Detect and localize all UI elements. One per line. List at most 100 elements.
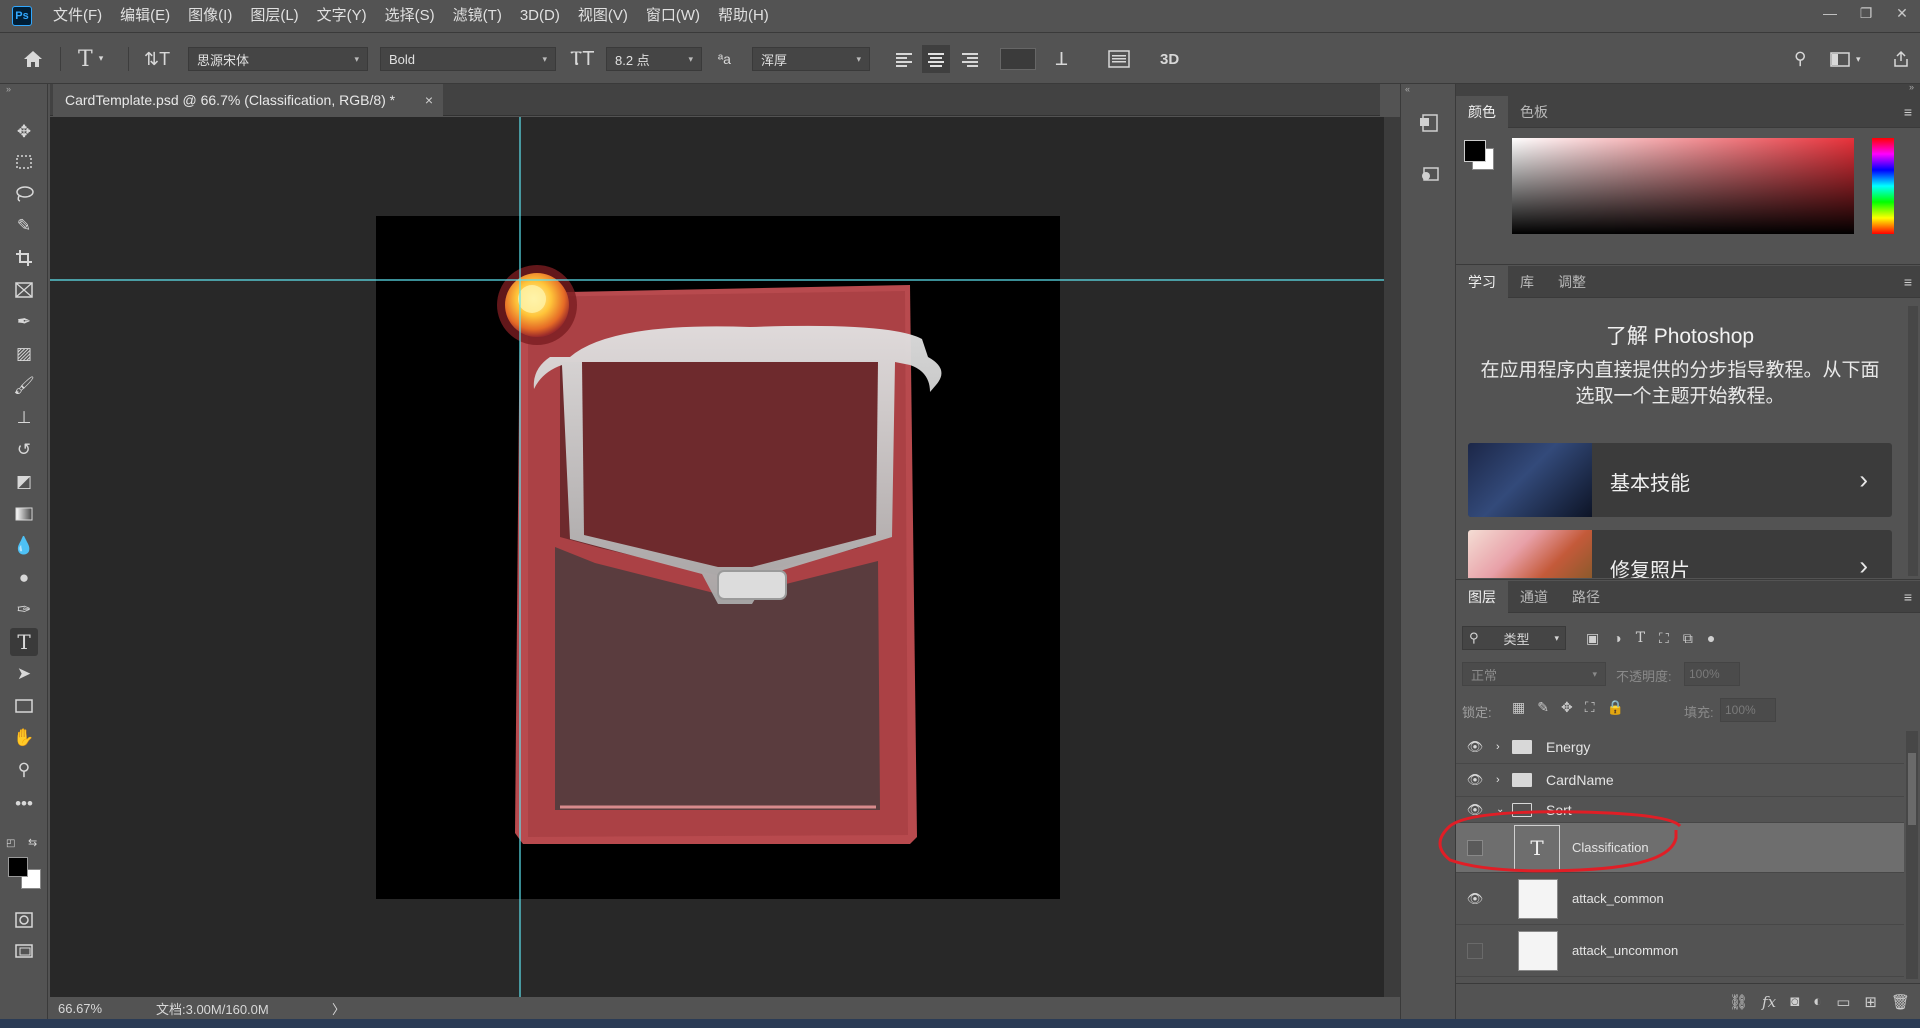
lock-artboard-icon[interactable]: ⛶	[1585, 699, 1595, 716]
type-tool[interactable]: T	[10, 628, 38, 656]
menu-window[interactable]: 窗口(W)	[637, 0, 709, 32]
type-tool-preset-button[interactable]: T ▾	[78, 33, 103, 85]
layer-row-cardname[interactable]: 👁 › CardName	[1456, 764, 1904, 797]
restore-button[interactable]: ❐	[1848, 0, 1884, 26]
learn-scrollbar[interactable]	[1908, 306, 1918, 576]
align-left-button[interactable]	[894, 33, 914, 85]
tab-paths[interactable]: 路径	[1560, 581, 1612, 613]
close-window-button[interactable]: ✕	[1884, 0, 1920, 26]
document-tab[interactable]: CardTemplate.psd @ 66.7% (Classification…	[53, 84, 443, 116]
zoom-level[interactable]: 66.67%	[58, 1001, 150, 1016]
scrollbar-thumb[interactable]	[1908, 753, 1916, 825]
blur-tool[interactable]: 💧	[10, 532, 38, 560]
lock-position-icon[interactable]: ✥	[1561, 699, 1573, 716]
history-panel-button[interactable]	[1415, 110, 1443, 136]
align-center-button[interactable]	[922, 45, 950, 73]
text-color-swatch[interactable]	[1000, 48, 1036, 70]
hand-tool[interactable]: ✋	[10, 724, 38, 752]
foreground-color-swatch[interactable]	[8, 857, 28, 877]
menu-edit[interactable]: 编辑(E)	[111, 0, 179, 32]
eye-icon[interactable]: 👁	[1465, 889, 1485, 909]
filter-shape-icon[interactable]: ⛶	[1659, 630, 1669, 647]
marquee-tool[interactable]	[10, 148, 38, 176]
tab-color[interactable]: 颜色	[1456, 95, 1508, 128]
opacity-input[interactable]: 100%	[1684, 662, 1740, 686]
tab-layers[interactable]: 图层	[1456, 580, 1508, 613]
character-panel-button[interactable]	[1108, 33, 1130, 85]
3d-button[interactable]: 3D	[1160, 33, 1179, 85]
panel-menu-icon[interactable]: ≡	[1904, 104, 1912, 120]
minimize-button[interactable]: —	[1812, 0, 1848, 26]
default-colors-icon[interactable]: ◰	[6, 838, 15, 849]
home-button[interactable]	[22, 33, 44, 85]
close-tab-button[interactable]: ×	[425, 92, 433, 108]
collapse-strip-icon[interactable]: «	[1405, 84, 1410, 94]
adjustment-icon[interactable]: ◐	[1813, 993, 1822, 1010]
search-button[interactable]: ⚲	[1794, 33, 1806, 85]
lock-pixels-icon[interactable]: ✎	[1537, 699, 1549, 716]
visibility-toggle-empty[interactable]	[1467, 942, 1483, 959]
menu-filter[interactable]: 滤镜(T)	[444, 0, 511, 32]
mask-icon[interactable]: ◙	[1790, 993, 1799, 1010]
group-icon[interactable]: ▭	[1836, 993, 1850, 1011]
chevron-right-icon[interactable]: ›	[1496, 774, 1500, 786]
font-size-select[interactable]: 8.2 点 ▾	[606, 47, 702, 71]
lock-all-icon[interactable]: 🔒	[1607, 699, 1624, 716]
healing-brush-tool[interactable]: ▨	[10, 340, 38, 368]
filter-adjustment-icon[interactable]: ◑	[1613, 630, 1621, 646]
trash-icon[interactable]: 🗑	[1891, 993, 1910, 1011]
share-button[interactable]	[1892, 33, 1910, 85]
history-brush-tool[interactable]: ↺	[10, 436, 38, 464]
toggle-orientation-button[interactable]: ⇅T	[144, 33, 170, 85]
learn-item-fix-photo[interactable]: 修复照片 ›	[1468, 530, 1892, 578]
gradient-tool[interactable]	[10, 500, 38, 528]
menu-image[interactable]: 图像(I)	[179, 0, 241, 32]
layer-row-attack-uncommon[interactable]: attack_uncommon	[1456, 925, 1904, 977]
chevron-right-icon[interactable]: ›	[1496, 741, 1500, 753]
quick-mask-button[interactable]	[10, 906, 38, 934]
tab-adjustments[interactable]: 调整	[1546, 266, 1598, 298]
canvas-area[interactable]	[50, 117, 1384, 997]
panel-menu-icon[interactable]: ≡	[1904, 274, 1912, 290]
canvas-scrollbar[interactable]	[1384, 117, 1400, 997]
tab-learn[interactable]: 学习	[1456, 265, 1508, 298]
screen-mode-button[interactable]	[10, 938, 38, 966]
warp-text-button[interactable]: ꓕ	[1056, 33, 1067, 85]
menu-type[interactable]: 文字(Y)	[308, 0, 376, 32]
eyedropper-tool[interactable]: ✒	[10, 308, 38, 336]
layer-row-energy[interactable]: 👁 › Energy	[1456, 731, 1904, 764]
foreground-color-chip[interactable]	[1464, 140, 1486, 162]
status-menu-button[interactable]: 〉	[332, 999, 345, 1018]
color-spectrum-field[interactable]	[1512, 138, 1854, 234]
learn-item-basic-skills[interactable]: 基本技能 ›	[1468, 443, 1892, 517]
align-right-button[interactable]	[960, 33, 980, 85]
fx-icon[interactable]: fx	[1762, 993, 1776, 1011]
eye-icon[interactable]: 👁	[1465, 737, 1485, 757]
menu-3d[interactable]: 3D(D)	[511, 0, 569, 32]
link-icon[interactable]: ⛓	[1729, 993, 1748, 1011]
blend-mode-select[interactable]: 正常 ▾	[1462, 662, 1606, 686]
layers-scrollbar[interactable]	[1906, 731, 1918, 979]
quick-selection-tool[interactable]: ✎	[10, 212, 38, 240]
crop-tool[interactable]	[10, 244, 38, 272]
collapse-panel-icon[interactable]: »	[1909, 82, 1914, 92]
tab-channels[interactable]: 通道	[1508, 581, 1560, 613]
font-family-select[interactable]: 思源宋体 ▾	[188, 47, 368, 71]
fill-input[interactable]: 100%	[1720, 698, 1776, 722]
filter-smart-object-icon[interactable]: ⧉	[1683, 630, 1693, 647]
menu-select[interactable]: 选择(S)	[376, 0, 444, 32]
tab-swatches[interactable]: 色板	[1508, 96, 1560, 128]
lock-transparency-icon[interactable]: ▦	[1512, 699, 1525, 716]
edit-toolbar-button[interactable]: •••	[10, 790, 38, 818]
eraser-tool[interactable]: ◩	[10, 468, 38, 496]
panel-menu-icon[interactable]: ≡	[1904, 589, 1912, 605]
dodge-tool[interactable]: ●	[10, 564, 38, 592]
zoom-tool[interactable]: ⚲	[10, 756, 38, 784]
menu-layer[interactable]: 图层(L)	[241, 0, 307, 32]
layer-filter-select[interactable]: ⚲ 类型 ▾	[1462, 626, 1566, 650]
move-tool[interactable]: ✥	[10, 118, 38, 146]
menu-help[interactable]: 帮助(H)	[709, 0, 778, 32]
lasso-tool[interactable]	[10, 180, 38, 208]
hue-slider[interactable]	[1872, 138, 1894, 234]
filter-type-icon[interactable]: T	[1636, 630, 1645, 646]
